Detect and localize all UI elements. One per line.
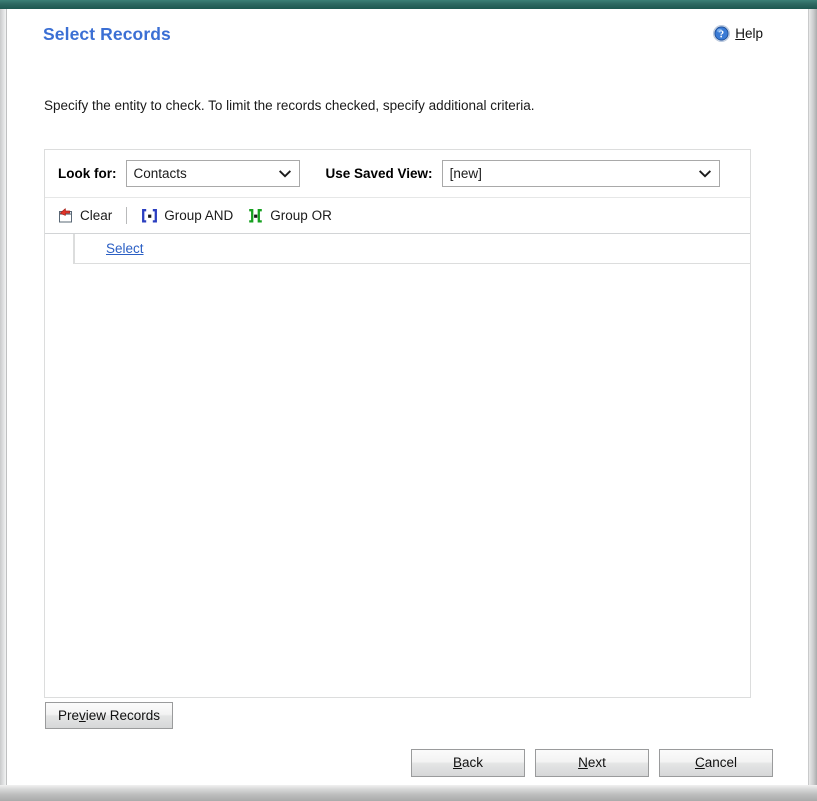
group-or-icon bbox=[249, 208, 263, 223]
criteria-panel: Look for: Contacts Use Saved View: [new] bbox=[44, 149, 751, 698]
window-bottom-edge bbox=[0, 785, 817, 801]
toolbar-separator bbox=[126, 207, 128, 224]
help-circle-icon: ? bbox=[713, 25, 731, 42]
select-records-dialog: Select Records ? Help Specify the entity… bbox=[6, 9, 809, 785]
help-link[interactable]: ? Help bbox=[713, 25, 763, 42]
back-button[interactable]: Back bbox=[411, 749, 525, 777]
clear-label: Clear bbox=[80, 208, 113, 223]
instruction-text: Specify the entity to check. To limit th… bbox=[44, 98, 535, 113]
window-top-accent-bar bbox=[0, 0, 817, 9]
chevron-down-icon bbox=[698, 169, 711, 178]
criteria-toolbar: Clear Group AND Group OR bbox=[45, 198, 750, 234]
help-label: Help bbox=[735, 26, 763, 41]
look-for-dropdown[interactable]: Contacts bbox=[125, 160, 300, 187]
cancel-button[interactable]: Cancel bbox=[659, 749, 773, 777]
look-for-label: Look for: bbox=[58, 166, 117, 181]
clear-button[interactable]: Clear bbox=[50, 206, 119, 226]
chevron-down-icon bbox=[278, 169, 291, 178]
group-and-icon bbox=[142, 208, 158, 223]
criteria-row: Select bbox=[45, 234, 750, 264]
criteria-row-gutter[interactable] bbox=[45, 234, 74, 264]
preview-records-button[interactable]: Preview Records bbox=[45, 702, 173, 729]
group-or-label: Group OR bbox=[270, 208, 332, 223]
use-saved-view-label: Use Saved View: bbox=[325, 166, 433, 181]
criteria-row-field[interactable]: Select bbox=[74, 234, 750, 264]
page-title: Select Records bbox=[43, 24, 171, 44]
criteria-rows-area: Select bbox=[45, 234, 750, 696]
select-field-link[interactable]: Select bbox=[106, 241, 144, 256]
saved-view-dropdown[interactable]: [new] bbox=[441, 160, 720, 187]
group-and-button[interactable]: Group AND bbox=[134, 206, 240, 226]
clear-window-icon bbox=[59, 207, 72, 222]
entity-selection-row: Look for: Contacts Use Saved View: [new] bbox=[45, 150, 750, 198]
svg-text:?: ? bbox=[719, 29, 724, 40]
next-button[interactable]: Next bbox=[535, 749, 649, 777]
saved-view-value: [new] bbox=[449, 166, 482, 181]
app-window: Select Records ? Help Specify the entity… bbox=[0, 0, 817, 801]
group-or-button[interactable]: Group OR bbox=[240, 206, 339, 226]
look-for-value: Contacts bbox=[133, 166, 187, 181]
group-and-label: Group AND bbox=[164, 208, 234, 223]
window-right-edge bbox=[809, 9, 817, 801]
